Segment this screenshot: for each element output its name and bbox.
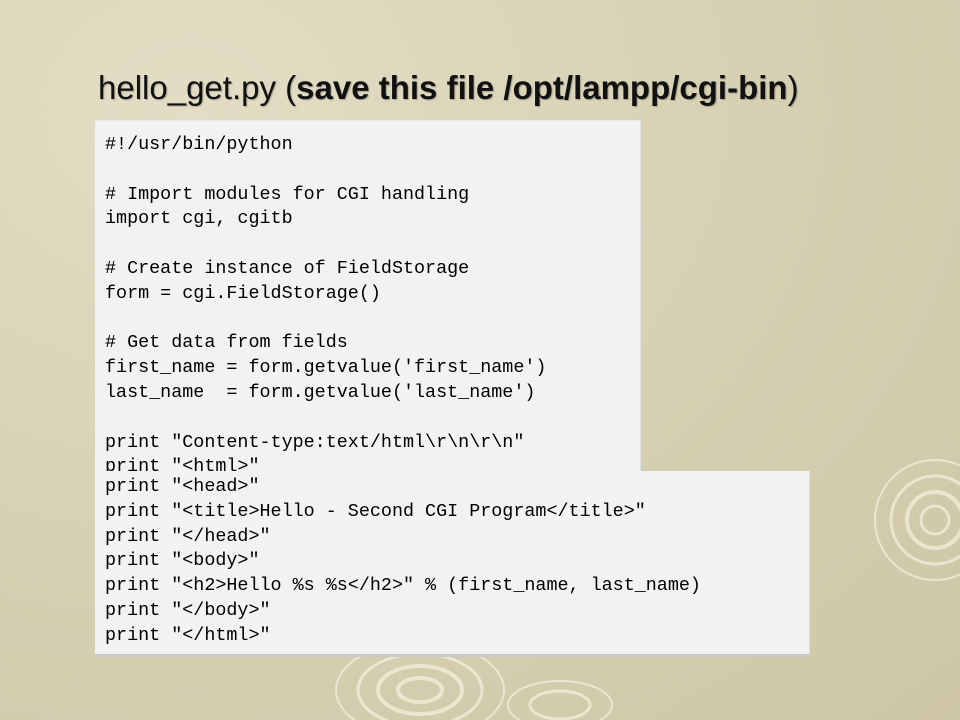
code-panel-top: #!/usr/bin/python # Import modules for C… <box>95 120 641 472</box>
slide-title: hello_get.py (save this file /opt/lampp/… <box>98 66 799 110</box>
code-line: print "</body>" <box>105 599 271 621</box>
code-line: print "</head>" <box>105 525 271 547</box>
code-line: print "<head>" <box>105 476 260 497</box>
slide-title-paren-open: ( <box>275 69 297 106</box>
code-line: print "</html>" <box>105 624 271 646</box>
code-line: first_name = form.getvalue('first_name') <box>105 357 547 379</box>
code-line: print "<body>" <box>105 550 260 572</box>
code-line: form = cgi.FieldStorage() <box>105 282 381 304</box>
code-line: # Create instance of FieldStorage <box>105 257 470 279</box>
code-line: #!/usr/bin/python <box>105 134 293 155</box>
code-panel-bottom: print "<head>" print "<title>Hello - Sec… <box>95 471 810 657</box>
slide-title-filename: hello_get.py <box>98 69 276 106</box>
code-line: # Import modules for CGI handling <box>105 183 470 205</box>
code-line: import cgi, cgitb <box>105 208 293 230</box>
slide-title-paren-close: ) <box>787 69 799 106</box>
code-line: print "<html>" <box>105 456 260 472</box>
code-line: print "Content-type:text/html\r\n\r\n" <box>105 431 525 453</box>
code-line: print "<title>Hello - Second CGI Program… <box>105 500 646 522</box>
code-line: last_name = form.getvalue('last_name') <box>105 381 536 403</box>
slide-title-note: save this file /opt/lampp/cgi-bin <box>296 69 788 106</box>
code-line: # Get data from fields <box>105 332 348 354</box>
ripple-rings-right <box>874 459 960 581</box>
code-line: print "<h2>Hello %s %s</h2>" % (first_na… <box>105 575 701 597</box>
